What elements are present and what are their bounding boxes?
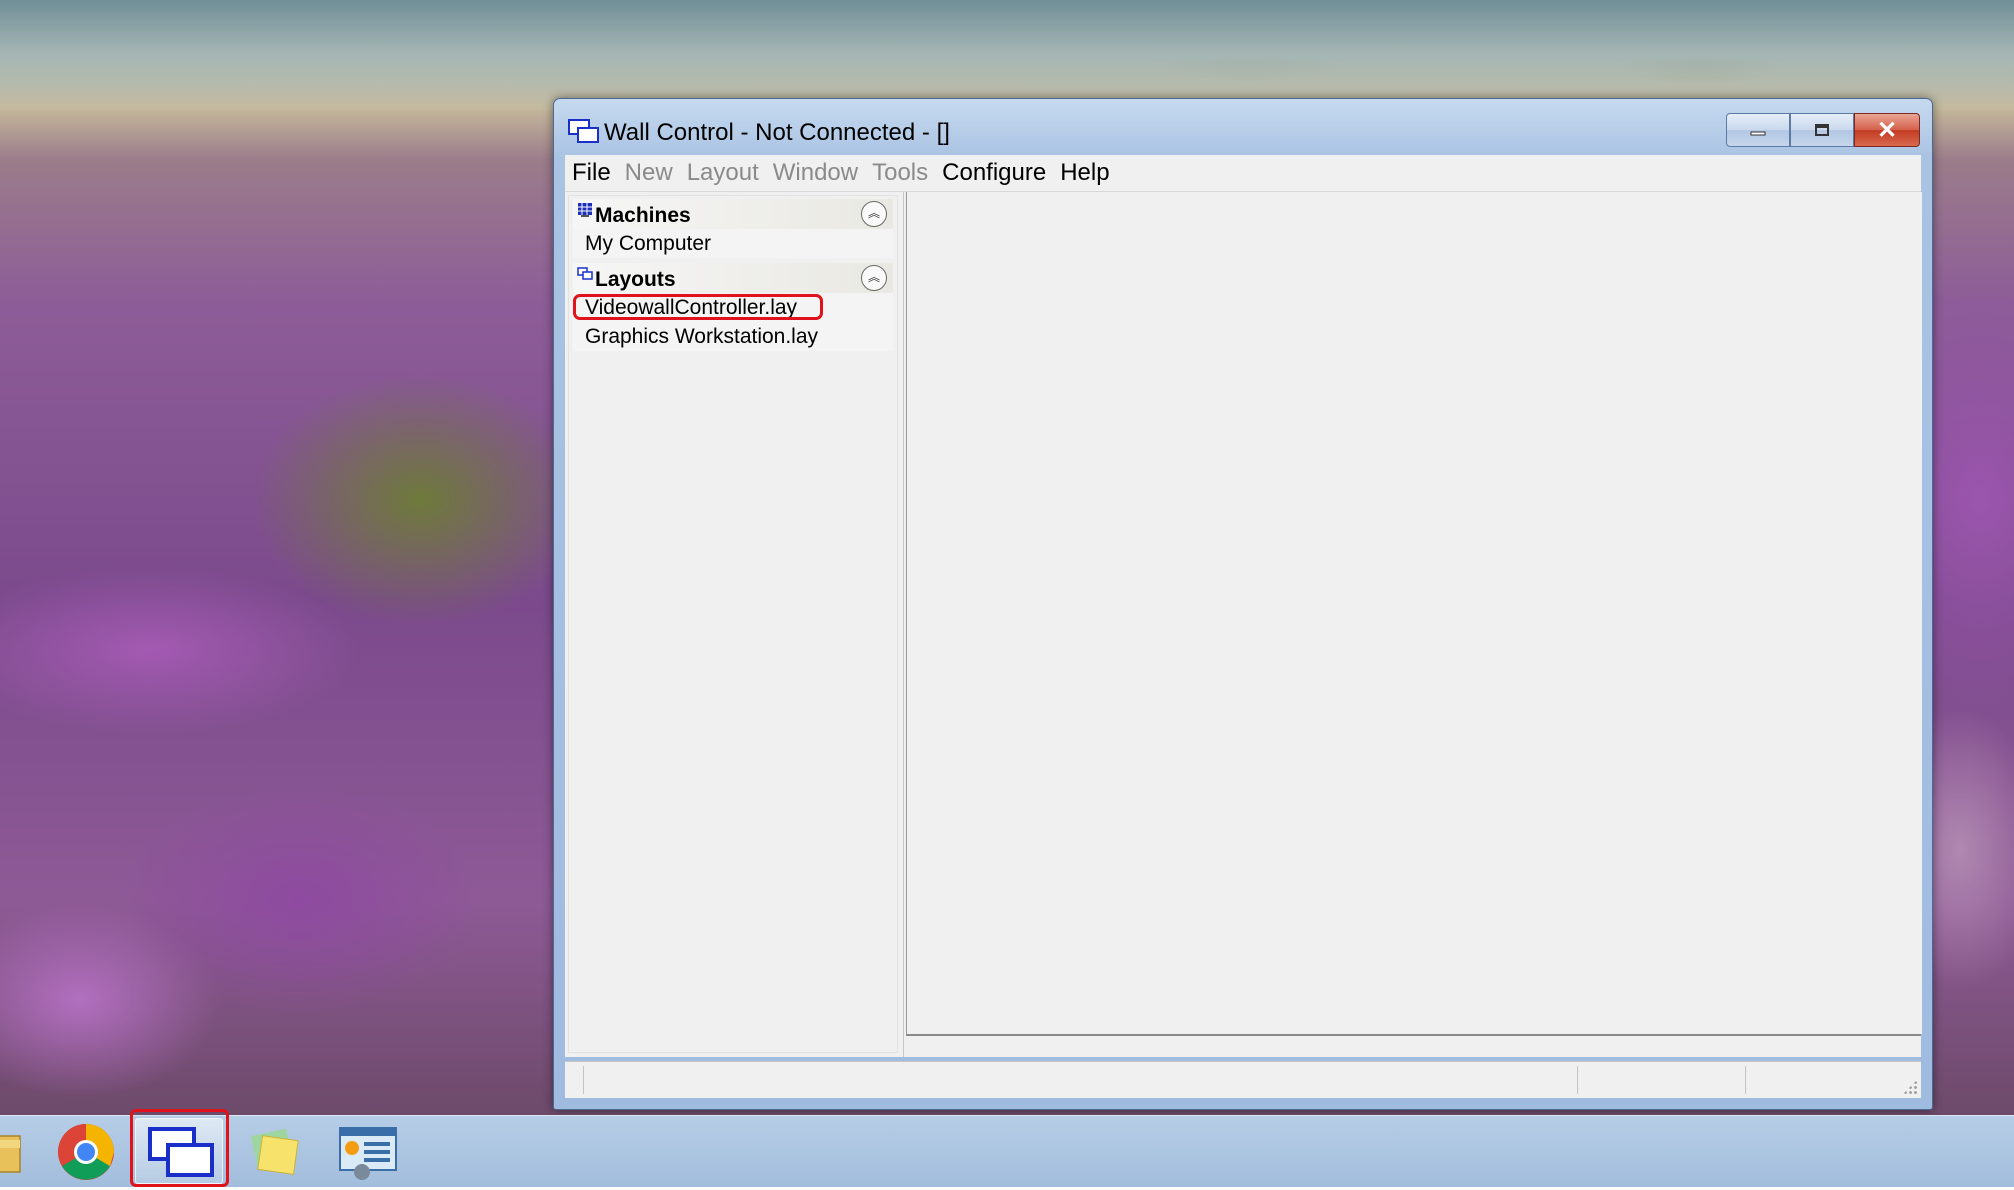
wall-control-app-icon bbox=[568, 119, 599, 143]
wall-control-window: Wall Control - Not Connected - [] ✕ File… bbox=[553, 98, 1933, 1110]
menu-tools[interactable]: Tools bbox=[865, 159, 935, 187]
menu-file[interactable]: File bbox=[565, 159, 618, 187]
chrome-icon bbox=[58, 1124, 114, 1180]
minimize-icon bbox=[1750, 131, 1766, 136]
status-pane-main bbox=[583, 1066, 584, 1094]
layouts-section-header[interactable]: Layouts ︽ bbox=[573, 263, 893, 293]
taskbar-chrome[interactable] bbox=[42, 1118, 130, 1184]
machine-item-my-computer[interactable]: My Computer bbox=[573, 229, 893, 258]
maximize-icon bbox=[1815, 124, 1829, 136]
layouts-collapse-button[interactable]: ︽ bbox=[861, 265, 887, 291]
wallpaper-sky bbox=[0, 0, 2014, 110]
status-bar bbox=[565, 1061, 1921, 1098]
menu-help[interactable]: Help bbox=[1053, 159, 1116, 187]
status-pane-tertiary bbox=[1745, 1066, 1746, 1094]
chevron-double-up-icon: ︽ bbox=[867, 206, 880, 220]
machines-section-title: Machines bbox=[595, 204, 691, 227]
machines-collapse-button[interactable]: ︽ bbox=[861, 201, 887, 227]
status-pane-secondary bbox=[1577, 1066, 1578, 1094]
taskbar bbox=[0, 1109, 2014, 1187]
maximize-button[interactable] bbox=[1790, 113, 1854, 147]
machines-section-header[interactable]: Machines ︽ bbox=[573, 199, 893, 229]
close-icon: ✕ bbox=[1876, 116, 1898, 144]
client-area: Machines ︽ My Computer Layouts ︽ Videowa… bbox=[565, 192, 1922, 1057]
window-title: Wall Control - Not Connected - [] bbox=[604, 119, 950, 146]
workspace-horizontal-scrollbar[interactable] bbox=[906, 1034, 1921, 1056]
machines-list: My Computer bbox=[573, 229, 893, 258]
menu-window[interactable]: Window bbox=[766, 159, 865, 187]
title-bar[interactable]: Wall Control - Not Connected - [] ✕ bbox=[554, 99, 1932, 153]
menu-layout[interactable]: Layout bbox=[680, 159, 766, 187]
minimize-button[interactable] bbox=[1726, 113, 1790, 147]
menu-configure[interactable]: Configure bbox=[935, 159, 1053, 187]
workspace-panel bbox=[906, 192, 1922, 1034]
layouts-list: VideowallController.lay Graphics Worksta… bbox=[573, 293, 893, 351]
control-panel-icon bbox=[339, 1127, 397, 1180]
layouts-icon bbox=[577, 267, 593, 280]
taskbar-sticky-notes[interactable] bbox=[232, 1118, 320, 1184]
close-button[interactable]: ✕ bbox=[1854, 113, 1920, 147]
layout-item-videowallcontroller[interactable]: VideowallController.lay bbox=[573, 293, 893, 322]
chevron-double-up-icon: ︽ bbox=[867, 270, 880, 284]
annotation-highlight-taskbar bbox=[130, 1109, 229, 1187]
machines-grid-icon bbox=[578, 203, 592, 217]
menu-bar: File New Layout Window Tools Configure H… bbox=[565, 155, 1921, 192]
navigation-panel-inner: Machines ︽ My Computer Layouts ︽ Videowa… bbox=[568, 195, 898, 1053]
layout-item-graphics-workstation[interactable]: Graphics Workstation.lay bbox=[573, 322, 893, 351]
menu-new[interactable]: New bbox=[618, 159, 680, 187]
layouts-section-title: Layouts bbox=[595, 268, 676, 291]
taskbar-control-panel[interactable] bbox=[324, 1118, 412, 1184]
caption-buttons: ✕ bbox=[1726, 113, 1920, 149]
sticky-notes-icon bbox=[250, 1128, 299, 1175]
navigation-panel: Machines ︽ My Computer Layouts ︽ Videowa… bbox=[565, 192, 904, 1057]
annotation-highlight-box bbox=[573, 294, 823, 320]
resize-grip[interactable] bbox=[1903, 1080, 1917, 1094]
